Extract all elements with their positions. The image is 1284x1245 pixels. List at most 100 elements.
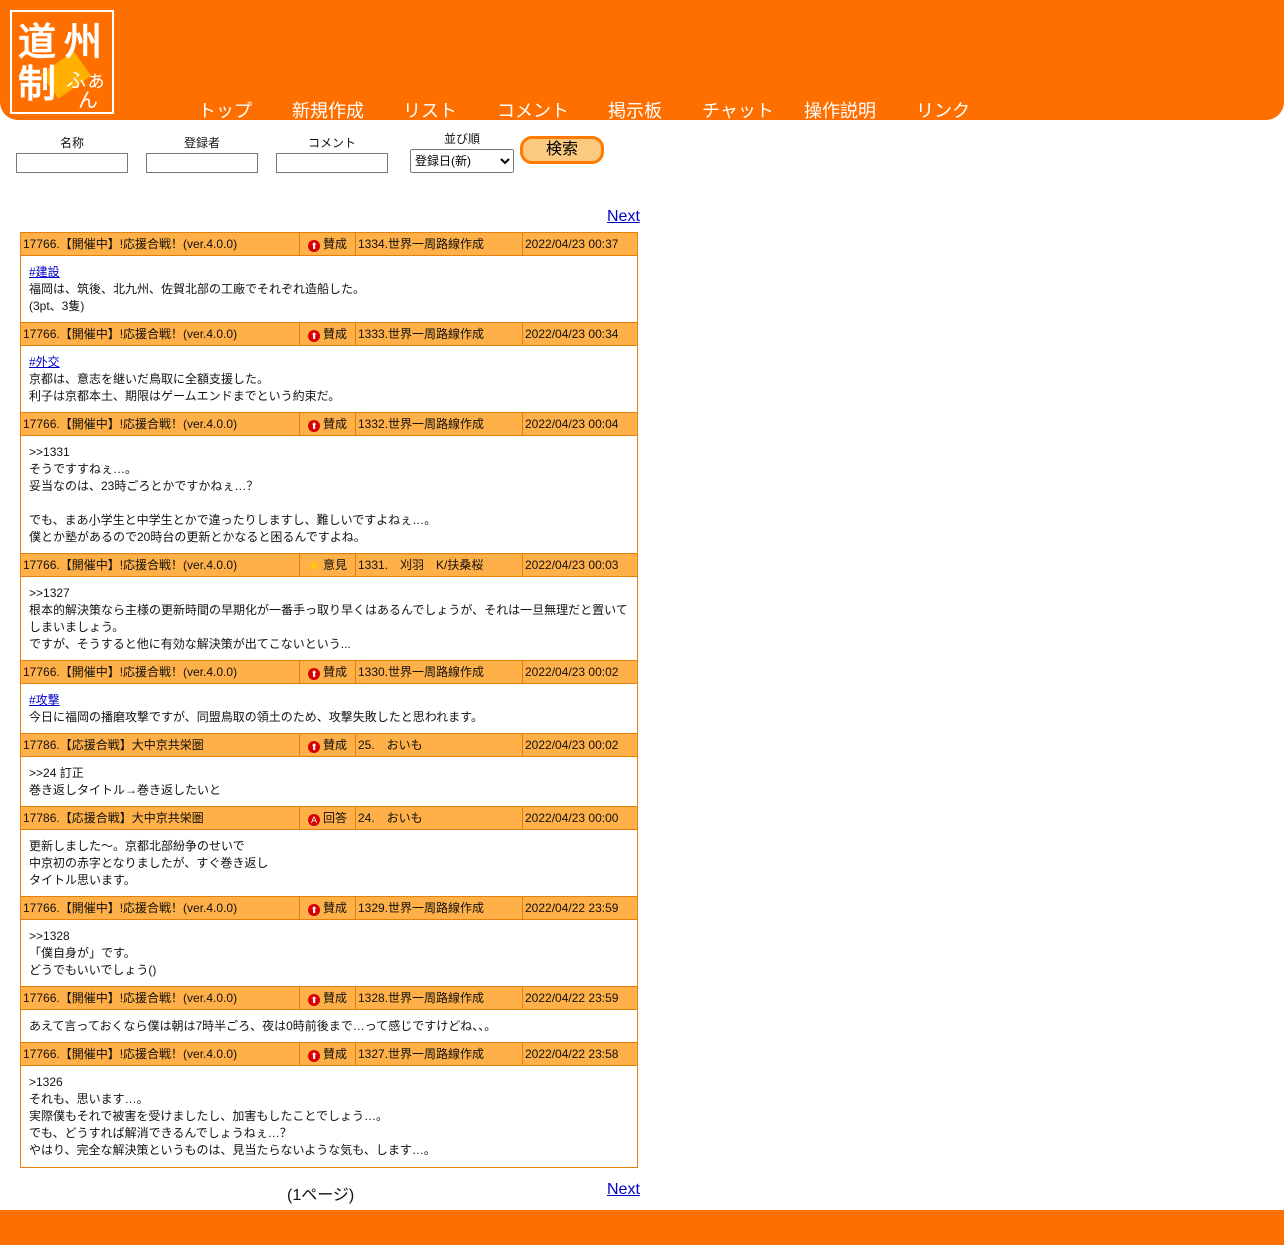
nav-new[interactable]: 新規作成 (292, 97, 364, 123)
header-bar: 道 州 制 ふぁ ん トップ 新規作成 リスト コメント 掲示板 チャット 操作… (0, 0, 1284, 123)
logo-small-text: ん (78, 88, 98, 112)
up-arrow-icon: ⬆ (307, 1050, 320, 1062)
post-date: 2022/04/23 00:34 (525, 327, 619, 341)
post-text-line: 妥当なのは、23時ごろとかですかねぇ…？ (29, 479, 259, 493)
order-field-group: 並び順 登録日(新) (410, 130, 514, 173)
post-body: >>24 訂正巻き返しタイトル→巻き返したいと (20, 757, 638, 807)
post-header-row: 17786.【応援合戦】大中京共栄圏 A 回答 24. おいも 2022/04/23 0… (20, 806, 638, 830)
order-select[interactable]: 登録日(新) (410, 149, 514, 173)
post-type-label: 回答 (322, 811, 347, 825)
page-info: (1ページ) (287, 1187, 355, 1204)
post-title[interactable]: 17766.【開催中】!応援合戦！(ver.4.0.0) (21, 233, 300, 255)
post-header-row: 17766.【開催中】!応援合戦！(ver.4.0.0) ⬆ 賛成 1329.世界一周… (20, 896, 638, 920)
post-author: 1333.世界一周路線作成 (356, 323, 523, 345)
post-body: >>1331 そうですすねぇ…。妥当なのは、23時ごろとかですかねぇ…？ でも、まあ… (20, 436, 638, 554)
post-title[interactable]: 17766.【開催中】!応援合戦！(ver.4.0.0) (21, 554, 300, 576)
post-tag-link[interactable]: #建設 (29, 264, 629, 281)
nav-links[interactable]: リンク (916, 97, 970, 123)
post-header-row: 17786.【応援合戦】大中京共栄圏 ⬆ 賛成 25. おいも 2022/04/23 0… (20, 733, 638, 757)
post-type: ⬆ 賛成 (300, 987, 356, 1009)
post-author: 1329.世界一周路線作成 (356, 897, 523, 919)
registrant-input[interactable] (146, 153, 258, 173)
post-text-line: でも、まあ小学生と中学生とかで違ったりしますし、難しいですよねぇ…。 (29, 513, 437, 527)
comment-input[interactable] (276, 153, 388, 173)
registrant-field-group: 登録者 (146, 134, 258, 173)
post-type: ⬆ 賛成 (300, 233, 356, 255)
site-logo[interactable]: 道 州 制 ふぁ ん (10, 10, 114, 114)
post-type: A 回答 (300, 807, 356, 829)
post-text-line: >>1327 (29, 586, 70, 600)
post-type-label: 賛成 (322, 991, 347, 1005)
post-text-line: でも、どうすれば解消できるんでしょうねぇ…？ (29, 1126, 292, 1140)
comment-label: コメント (307, 136, 356, 150)
post-title[interactable]: 17786.【応援合戦】大中京共栄圏 (21, 807, 300, 829)
name-field-group: 名称 (16, 134, 128, 173)
post-text-line: >>1331 (29, 445, 70, 459)
next-link-top[interactable]: Next (607, 208, 640, 226)
post-type: ⬆ 賛成 (300, 323, 356, 345)
name-label: 名称 (59, 136, 84, 150)
post-title[interactable]: 17766.【開催中】!応援合戦！(ver.4.0.0) (21, 987, 300, 1009)
post-title[interactable]: 17766.【開催中】!応援合戦！(ver.4.0.0) (21, 661, 300, 683)
nav-help[interactable]: 操作説明 (804, 97, 876, 123)
nav-list[interactable]: リスト (403, 97, 457, 123)
post-header-row: 17766.【開催中】!応援合戦！(ver.4.0.0) ★ 意見 1331. 刈羽 … (20, 553, 638, 577)
post-date: 2022/04/22 23:58 (525, 1047, 619, 1061)
up-arrow-icon: ⬆ (307, 741, 320, 753)
post-body: あえて言っておくなら僕は朝は7時半ごろ、夜は0時前後まで…って感じですけどね、、… (20, 1010, 638, 1043)
post-title[interactable]: 17766.【開催中】!応援合戦！(ver.4.0.0) (21, 323, 300, 345)
post-type-label: 賛成 (322, 901, 347, 915)
up-arrow-icon: ⬆ (307, 420, 320, 432)
post-text-line: それも、思います…。 (29, 1092, 149, 1106)
post-type-label: 賛成 (322, 665, 347, 679)
post-text-line: ですが、そうすると他に有効な解決策が出てこないという... (29, 637, 351, 651)
post-date: 2022/04/22 23:59 (525, 991, 619, 1005)
logo-char: 制 (18, 62, 57, 106)
post-text-line: >>24 訂正 (29, 766, 84, 780)
order-label: 並び順 (443, 132, 480, 146)
post-title[interactable]: 17766.【開催中】!応援合戦！(ver.4.0.0) (21, 897, 300, 919)
post-text-line: 更新しました〜。京都北部紛争のせいで (29, 839, 245, 853)
post-author: 1332.世界一周路線作成 (356, 413, 523, 435)
post-text-line: 巻き返しタイトル→巻き返したいと (29, 783, 222, 797)
post-type: ⬆ 賛成 (300, 897, 356, 919)
nav-top[interactable]: トップ (198, 97, 252, 123)
nav-chat[interactable]: チャット (702, 97, 774, 123)
post-author: 1330.世界一周路線作成 (356, 661, 523, 683)
answer-icon: A (307, 814, 320, 826)
post-text-line: しまいましょう。 (29, 620, 125, 634)
post-type: ⬆ 賛成 (300, 413, 356, 435)
post-tag-link[interactable]: #攻撃 (29, 692, 629, 709)
post-author: 1334.世界一周路線作成 (356, 233, 523, 255)
post-text-line: やはり、完全な解決策というものは、見当たらないような気も、します…。 (29, 1143, 436, 1157)
post-tag-link[interactable]: #外交 (29, 354, 629, 371)
post-text-line: 利子は京都本土、期限はゲームエンドまでという約束だ。 (29, 389, 341, 403)
nav-board[interactable]: 掲示板 (608, 97, 662, 123)
post-title[interactable]: 17766.【開催中】!応援合戦！(ver.4.0.0) (21, 1043, 300, 1065)
post-date: 2022/04/22 23:59 (525, 901, 619, 915)
post-type-label: 意見 (322, 558, 347, 572)
next-link-bottom[interactable]: Next (607, 1181, 640, 1199)
post-title[interactable]: 17766.【開催中】!応援合戦！(ver.4.0.0) (21, 413, 300, 435)
up-arrow-icon: ⬆ (307, 330, 320, 342)
up-arrow-icon: ⬆ (307, 994, 320, 1006)
name-input[interactable] (16, 153, 128, 173)
list-bottom-border (20, 1167, 638, 1168)
post-text-line: 福岡は、筑後、北九州、佐賀北部の工廠でそれぞれ造船した。 (29, 282, 366, 296)
post-text-line: タイトル思います。 (29, 873, 136, 887)
post-text-line: >1326 (29, 1075, 63, 1089)
post-text-line: そうですすねぇ…。 (29, 462, 138, 476)
search-button[interactable]: 検索 (520, 136, 604, 164)
post-header-row: 17766.【開催中】!応援合戦！(ver.4.0.0) ⬆ 賛成 1334.世界一周… (20, 232, 638, 256)
post-body: #攻撃 今日に福岡の播磨攻撃ですが、同盟鳥取の領土のため、攻撃失敗したと思われます… (20, 684, 638, 734)
post-type-label: 賛成 (322, 237, 347, 251)
post-title[interactable]: 17786.【応援合戦】大中京共栄圏 (21, 734, 300, 756)
logo-char: 道 (18, 20, 57, 64)
post-body: #建設 福岡は、筑後、北九州、佐賀北部の工廠でそれぞれ造船した。 (3pt、3隻) (20, 256, 638, 323)
up-arrow-icon: ⬆ (307, 668, 320, 680)
footer-bar (0, 1210, 1284, 1245)
nav-comment[interactable]: コメント (497, 97, 569, 123)
post-header-row: 17766.【開催中】!応援合戦！(ver.4.0.0) ⬆ 賛成 1327.世界一周… (20, 1042, 638, 1066)
post-type: ⬆ 賛成 (300, 1043, 356, 1065)
post-author: 24. おいも (356, 807, 523, 829)
